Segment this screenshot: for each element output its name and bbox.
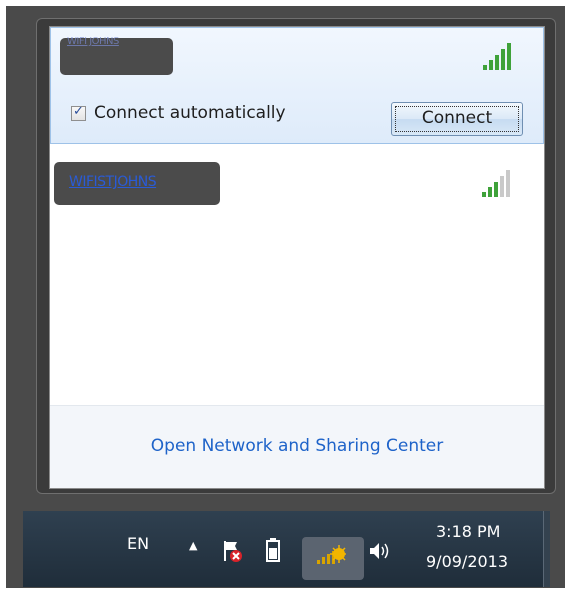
network-flyout: WIFI JOHNS ✓ Connect automatically Conne…: [36, 18, 556, 494]
network-item[interactable]: WIFISTJOHNS: [50, 144, 544, 205]
show-hidden-icons-arrow-icon[interactable]: ▲: [189, 539, 197, 552]
flyout-footer: Open Network and Sharing Center: [50, 406, 544, 488]
screenshot-frame: WIFI JOHNS ✓ Connect automatically Conne…: [6, 6, 565, 588]
connect-automatically-label: Connect automatically: [94, 103, 286, 123]
network-ssid: WIFISTJOHNS: [69, 174, 157, 190]
wifi-signal-strong-icon: [483, 42, 511, 70]
battery-icon[interactable]: [266, 538, 280, 562]
checkmark-icon: ✓: [73, 104, 84, 119]
clock-time[interactable]: 3:18 PM: [436, 522, 500, 541]
open-network-sharing-center-link[interactable]: Open Network and Sharing Center: [50, 436, 544, 456]
clock-date[interactable]: 9/09/2013: [426, 552, 508, 571]
volume-icon[interactable]: [368, 541, 392, 561]
connect-button[interactable]: Connect: [391, 102, 523, 136]
language-indicator[interactable]: EN: [127, 534, 149, 553]
connect-automatically-checkbox[interactable]: ✓: [71, 104, 86, 121]
network-item-selected[interactable]: WIFI JOHNS ✓ Connect automatically Conne…: [50, 27, 544, 144]
show-desktop-button[interactable]: [543, 511, 550, 587]
taskbar: EN ▲ 3:18 PM 9/09/2013: [23, 511, 550, 587]
network-list-panel: WIFI JOHNS ✓ Connect automatically Conne…: [49, 26, 545, 489]
network-icon[interactable]: [316, 544, 346, 566]
action-center-flag-icon[interactable]: [222, 539, 244, 563]
network-ssid: WIFI JOHNS: [67, 36, 119, 47]
wifi-signal-medium-icon: [482, 169, 510, 197]
